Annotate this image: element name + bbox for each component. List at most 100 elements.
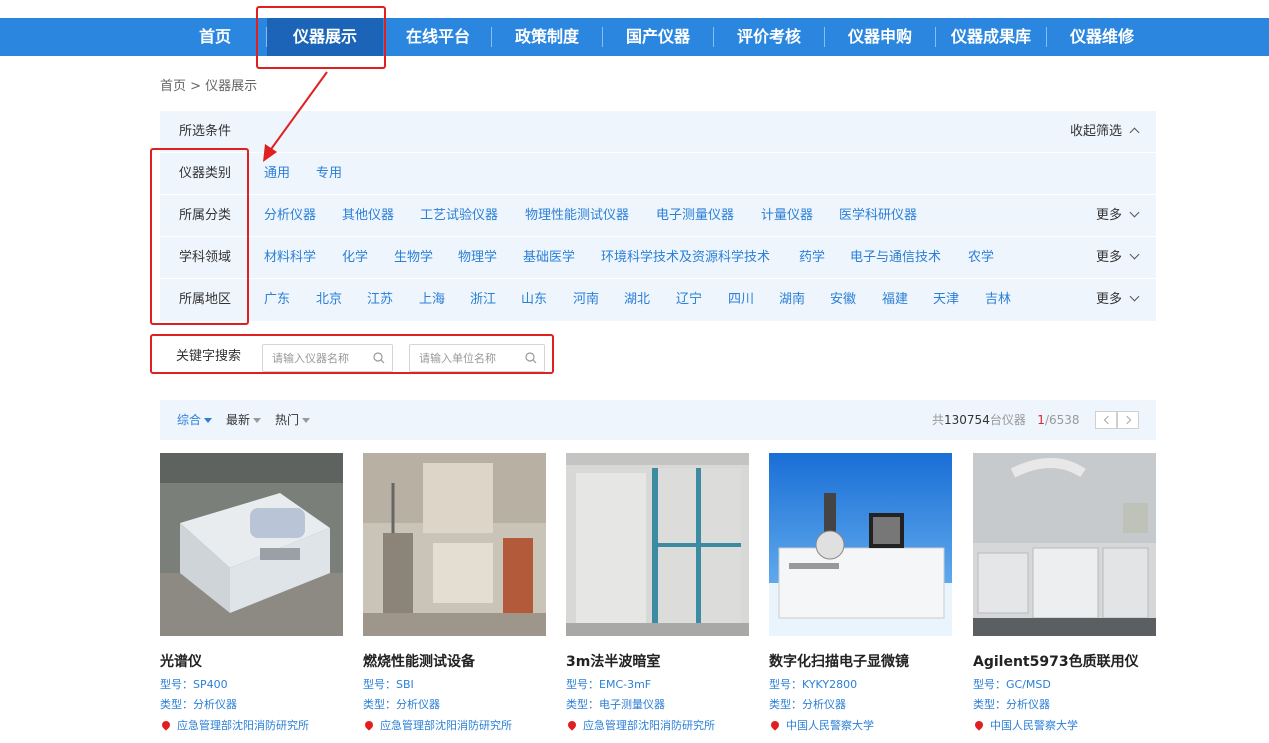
nav-item-online-platform[interactable]: 在线平台 [385,18,491,56]
filter-option[interactable]: 分析仪器 [264,195,316,237]
search-icon[interactable] [373,352,385,364]
filter-option[interactable]: 环境科学技术及资源科学技术 [601,237,770,279]
result-count: 共130754台仪器 1/6538 [932,400,1080,440]
instrument-card[interactable]: 3m法半波暗室 型号：EMC-3mF 类型：电子测量仪器 应急管理部沈阳消防研究… [566,453,749,732]
more-button[interactable]: 更多 [1096,279,1140,321]
nav-item-evaluation[interactable]: 评价考核 [714,18,824,56]
card-title[interactable]: 数字化扫描电子显微镜 [769,651,909,671]
more-button[interactable]: 更多 [1095,195,1140,237]
sort-newest[interactable]: 最新 [226,400,262,440]
filter-option[interactable]: 材料科学 [264,237,316,279]
nav-item-home[interactable]: 首页 [180,18,250,56]
anechoic-chamber-image [566,453,749,636]
filter-option[interactable]: 福建 [882,279,908,321]
sort-label: 最新 [226,413,251,427]
breadcrumb[interactable]: 首页 > 仪器展示 [160,75,257,94]
filter-row-label: 所属地区 [179,292,232,307]
chevron-down-icon [1129,291,1140,302]
unit-search-box [409,344,545,372]
card-type: 类型：分析仪器 [973,698,1050,711]
spectrometer-image [160,453,343,636]
card-location: 应急管理部沈阳消防研究所 [363,717,512,733]
filter-option[interactable]: 物理性能测试仪器 [525,195,629,237]
card-model: 型号：EMC-3mF [566,678,652,691]
location-pin-icon [973,719,985,731]
filter-option[interactable]: 上海 [419,279,445,321]
instrument-photo[interactable] [769,453,952,636]
filter-option[interactable]: 农学 [968,237,994,279]
electron-microscope-image [769,453,952,636]
collapse-label: 收起筛选 [1069,124,1122,139]
filter-option[interactable]: 生物学 [394,237,433,279]
instrument-photo[interactable] [566,453,749,636]
filter-option[interactable]: 山东 [521,279,547,321]
filter-row-label: 所属分类 [179,208,232,223]
filter-option[interactable]: 电子测量仪器 [656,195,734,237]
current-page: 1 [1037,413,1045,427]
unit-name-input[interactable] [410,345,544,371]
card-model: 型号：KYKY2800 [769,678,858,691]
filter-option[interactable]: 化学 [342,237,368,279]
nav-item-domestic-instruments[interactable]: 国产仪器 [603,18,713,56]
filter-option[interactable]: 湖南 [779,279,805,321]
filter-option[interactable]: 四川 [728,279,754,321]
instrument-card[interactable]: 数字化扫描电子显微镜 型号：KYKY2800 类型：分析仪器 中国人民警察大学 [769,453,952,732]
nav-item-achievements[interactable]: 仪器成果库 [936,18,1046,56]
more-label: 更多 [1095,208,1122,223]
filter-option[interactable]: 湖北 [624,279,650,321]
location-pin-icon [363,719,375,731]
sort-popular[interactable]: 热门 [275,400,311,440]
nav-item-policy[interactable]: 政策制度 [492,18,602,56]
prev-page-button[interactable] [1095,411,1117,429]
filter-option[interactable]: 工艺试验仪器 [420,195,498,237]
card-location: 应急管理部沈阳消防研究所 [160,717,309,733]
filter-option[interactable]: 江苏 [367,279,393,321]
filter-option[interactable]: 计量仪器 [761,195,813,237]
filter-option[interactable]: 其他仪器 [342,195,394,237]
search-icon[interactable] [525,352,537,364]
filter-option[interactable]: 广东 [264,279,290,321]
chevron-right-icon [1122,415,1132,425]
count-suffix: 台仪器 [989,413,1026,427]
instrument-photo[interactable] [363,453,546,636]
instrument-card[interactable]: Agilent5973色质联用仪 型号：GC/MSD 类型：分析仪器 中国人民警… [973,453,1156,732]
filter-option[interactable]: 药学 [799,237,825,279]
next-page-button[interactable] [1117,411,1139,429]
nav-item-purchase[interactable]: 仪器申购 [825,18,935,56]
filter-option[interactable]: 河南 [573,279,599,321]
sort-label: 热门 [275,413,300,427]
instrument-card[interactable]: 光谱仪 型号：SP400 类型：分析仪器 应急管理部沈阳消防研究所 [160,453,343,732]
filter-option[interactable]: 医学科研仪器 [839,195,917,237]
card-title[interactable]: 光谱仪 [160,651,202,671]
filter-option[interactable]: 吉林 [985,279,1011,321]
more-label: 更多 [1095,250,1122,265]
filter-option[interactable]: 辽宁 [676,279,702,321]
filter-option[interactable]: 电子与通信技术 [850,237,941,279]
chevron-down-icon [1129,249,1140,260]
instrument-photo[interactable] [160,453,343,636]
filter-row-label: 仪器类别 [179,166,232,181]
selected-conditions-label: 所选条件 [179,124,232,139]
instrument-photo[interactable] [973,453,1156,636]
nav-item-repair[interactable]: 仪器维修 [1047,18,1157,56]
filter-option[interactable]: 基础医学 [523,237,575,279]
card-type: 类型：分析仪器 [769,698,846,711]
card-title[interactable]: 3m法半波暗室 [566,651,660,671]
total-pages: /6538 [1044,413,1080,427]
more-button[interactable]: 更多 [1095,237,1140,279]
card-title[interactable]: Agilent5973色质联用仪 [973,651,1139,671]
chevron-up-icon [1129,127,1140,138]
filter-row-classification: 所属分类 分析仪器 其他仪器 工艺试验仪器 物理性能测试仪器 电子测量仪器 计量… [160,195,1156,237]
sort-comprehensive[interactable]: 综合 [177,400,213,440]
filter-option[interactable]: 浙江 [470,279,496,321]
instrument-card[interactable]: 燃烧性能测试设备 型号：SBI 类型：分析仪器 应急管理部沈阳消防研究所 [363,453,546,732]
filter-option[interactable]: 物理学 [458,237,497,279]
card-title[interactable]: 燃烧性能测试设备 [363,651,475,671]
caret-down-icon [302,418,311,423]
collapse-filter-button[interactable]: 收起筛选 [1069,111,1140,153]
filter-option[interactable]: 安徽 [830,279,856,321]
filter-option[interactable]: 北京 [316,279,342,321]
filter-option[interactable]: 天津 [933,279,959,321]
location-pin-icon [160,719,172,731]
nav-item-instrument-display[interactable]: 仪器展示 [267,18,383,56]
